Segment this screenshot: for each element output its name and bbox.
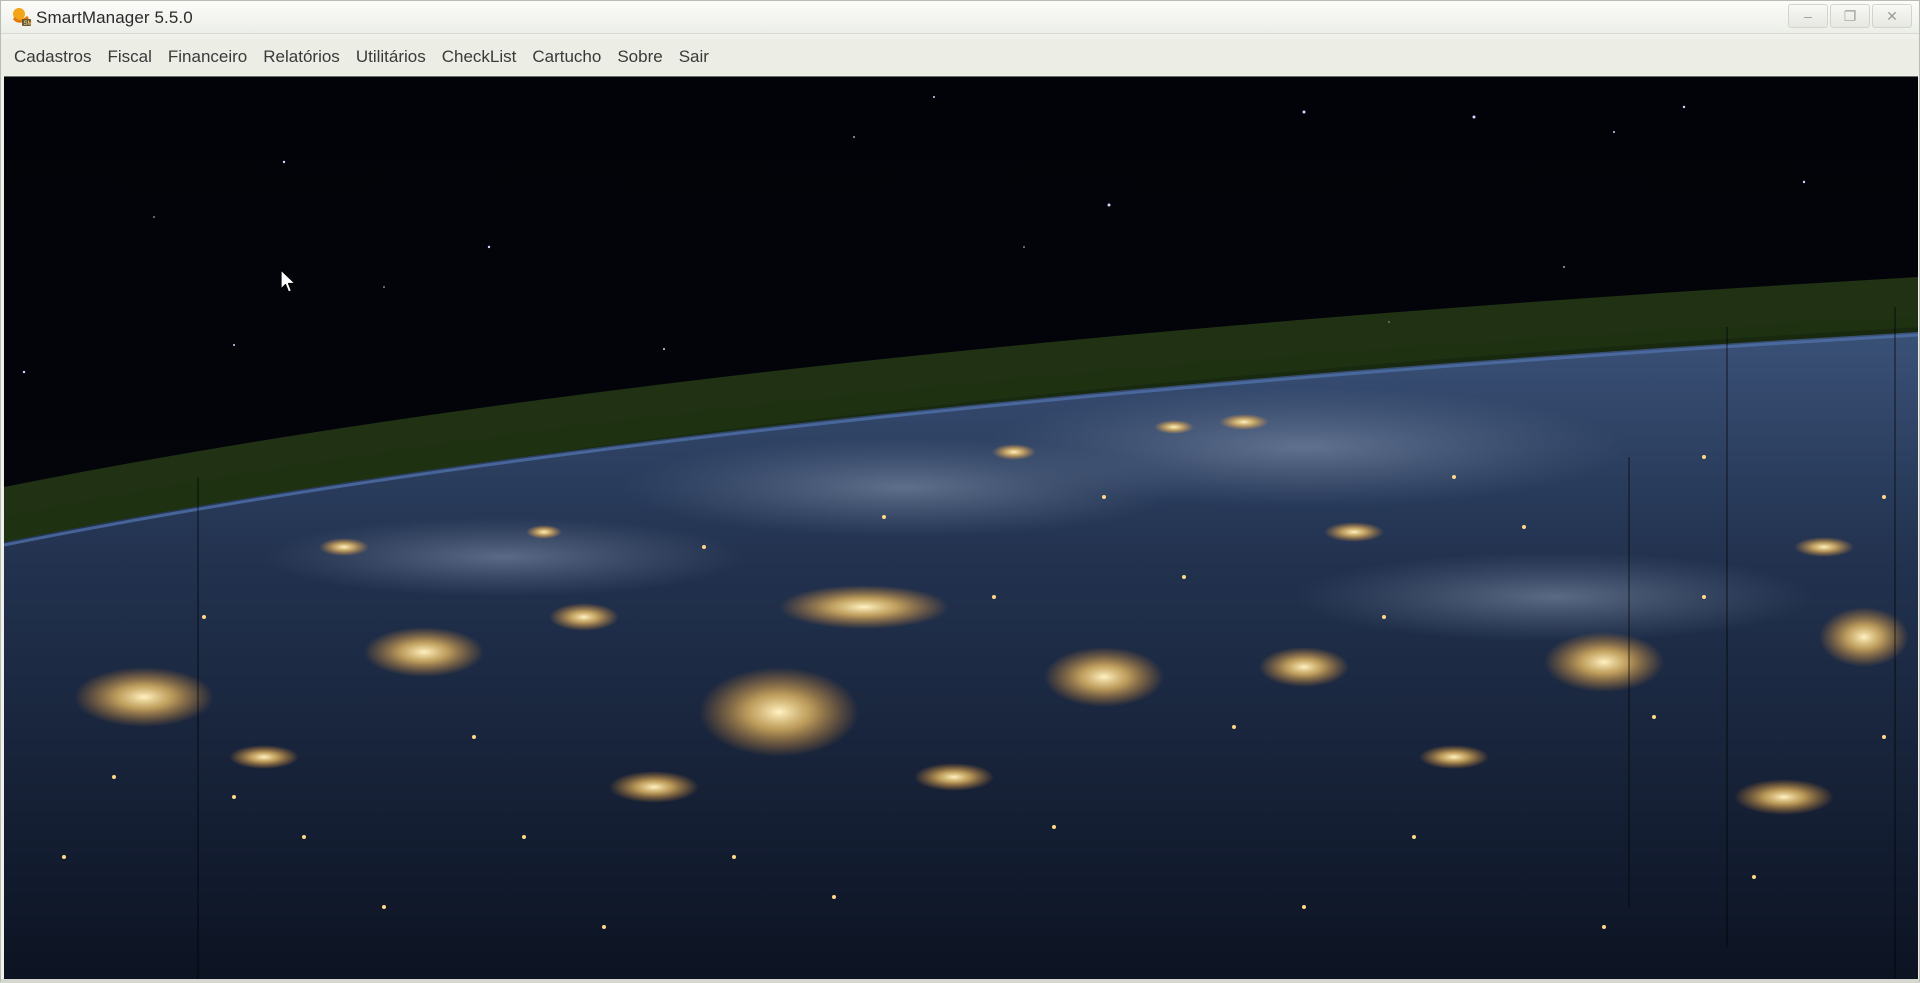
mouse-pointer-icon [280, 269, 296, 293]
window-controls: – ❐ ✕ [1788, 4, 1912, 28]
menu-fiscal[interactable]: Fiscal [99, 43, 159, 71]
close-button[interactable]: ✕ [1872, 4, 1912, 28]
title-bar[interactable]: SM SmartManager 5.5.0 – ❐ ✕ [1, 1, 1919, 34]
menu-bar: Cadastros Fiscal Financeiro Relatórios U… [1, 39, 1919, 75]
menu-cartucho[interactable]: Cartucho [524, 43, 609, 71]
menu-sobre[interactable]: Sobre [609, 43, 670, 71]
menu-utilitarios[interactable]: Utilitários [348, 43, 434, 71]
menu-financeiro[interactable]: Financeiro [160, 43, 255, 71]
menu-checklist[interactable]: CheckList [434, 43, 525, 71]
main-content-area [4, 76, 1918, 980]
smartmanager-app-icon: SM [12, 8, 33, 27]
window-title: SmartManager 5.5.0 [36, 8, 193, 27]
window-bottom-border [1, 979, 1919, 983]
menu-cadastros[interactable]: Cadastros [6, 43, 99, 71]
menu-sair[interactable]: Sair [671, 43, 717, 71]
svg-text:SM: SM [24, 21, 33, 27]
app-window: SM SmartManager 5.5.0 – ❐ ✕ Cadastros Fi… [0, 0, 1920, 983]
earth-at-night-wallpaper [4, 77, 1918, 980]
maximize-button[interactable]: ❐ [1830, 4, 1870, 28]
menu-relatorios[interactable]: Relatórios [255, 43, 348, 71]
minimize-button[interactable]: – [1788, 4, 1828, 28]
